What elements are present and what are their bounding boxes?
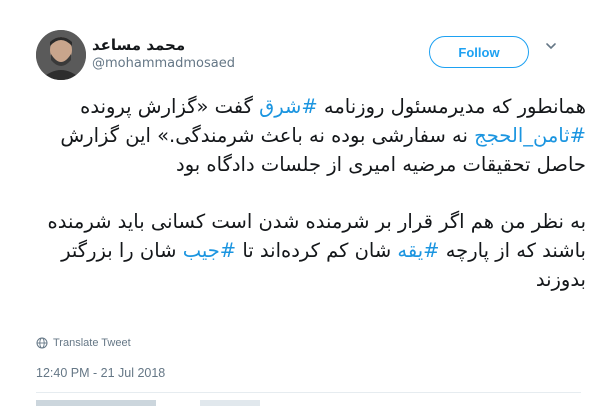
tweet-header: محمد مساعد @mohammadmosaed Follow (0, 0, 595, 86)
chevron-down-icon[interactable] (545, 40, 557, 52)
hashtag-link[interactable]: #شرق (259, 95, 318, 118)
divider (36, 392, 581, 393)
stats-bar (36, 400, 156, 406)
hashtag-link[interactable]: #جیب (183, 239, 236, 262)
tweet-text-segment: همانطور که مدیرمسئول روزنامه (317, 95, 586, 118)
translate-tweet-link[interactable]: Translate Tweet (36, 337, 131, 349)
avatar[interactable] (36, 30, 86, 80)
tweet-paragraph: به نظر من هم اگر قرار بر شرمنده شدن است … (32, 207, 586, 294)
hashtag-link[interactable]: #ثامن_الحجج (474, 124, 586, 147)
tweet-text-segment: گفت «گزارش پرونده (80, 95, 260, 118)
follow-button[interactable]: Follow (429, 36, 529, 68)
tweet-paragraph: همانطور که مدیرمسئول روزنامه #شرق گفت «گ… (32, 92, 586, 179)
hashtag-link[interactable]: #یقه (397, 239, 439, 262)
translate-label: Translate Tweet (53, 337, 131, 349)
tweet-text: همانطور که مدیرمسئول روزنامه #شرق گفت «گ… (32, 92, 586, 294)
stats-bar (200, 400, 260, 406)
screen-name[interactable]: @mohammadmosaed (92, 56, 235, 71)
tweet-text-segment: شان کم کرده‌اند تا (236, 239, 398, 262)
globe-icon (36, 337, 48, 349)
timestamp[interactable]: 12:40 PM - 21 Jul 2018 (36, 366, 165, 380)
display-name[interactable]: محمد مساعد (92, 36, 185, 54)
